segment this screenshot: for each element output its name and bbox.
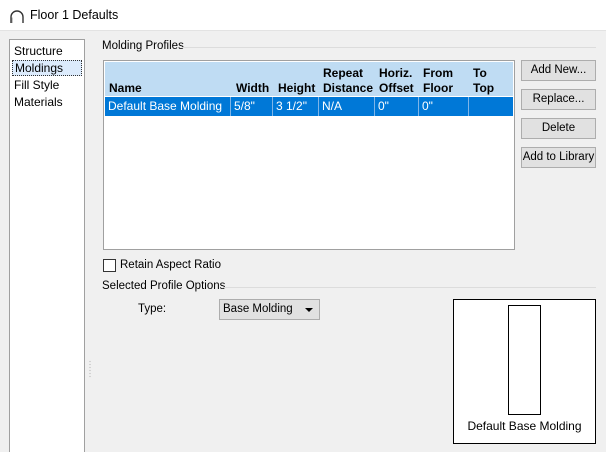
window-title: Floor 1 Defaults bbox=[30, 8, 119, 22]
column-header-height[interactable]: Height bbox=[278, 81, 315, 96]
molding-profile-shape bbox=[508, 305, 541, 415]
add-to-library-button[interactable]: Add to Library bbox=[521, 147, 596, 168]
selected-profile-options-group-label: Selected Profile Options bbox=[102, 280, 226, 292]
column-header-from-floor[interactable]: From Floor bbox=[423, 66, 453, 96]
category-item-materials[interactable]: Materials bbox=[12, 94, 82, 110]
category-item-structure[interactable]: Structure bbox=[12, 43, 82, 59]
type-dropdown[interactable]: Base Molding bbox=[219, 299, 320, 320]
retain-aspect-ratio-label[interactable]: Retain Aspect Ratio bbox=[120, 259, 221, 271]
dropdown-arrow-icon bbox=[305, 308, 313, 312]
table-row[interactable]: Default Base Molding 5/8" 3 1/2" N/A 0" … bbox=[105, 97, 513, 116]
category-list[interactable]: Structure Moldings Fill Style Materials bbox=[9, 39, 85, 452]
column-header-line: Floor bbox=[423, 81, 453, 95]
arch-icon bbox=[10, 10, 24, 23]
preview-caption: Default Base Molding bbox=[467, 419, 582, 433]
cell-horiz-offset: 0" bbox=[375, 97, 419, 116]
column-header-to-top[interactable]: To Top bbox=[473, 66, 494, 96]
type-dropdown-value: Base Molding bbox=[223, 303, 293, 315]
column-header-line: From bbox=[423, 66, 453, 80]
replace-button[interactable]: Replace... bbox=[521, 89, 596, 110]
title-bar: Floor 1 Defaults bbox=[0, 0, 606, 31]
group-divider bbox=[182, 47, 596, 48]
column-header-line: Top bbox=[473, 81, 495, 95]
add-new-button[interactable]: Add New... bbox=[521, 60, 596, 81]
panel-splitter[interactable] bbox=[89, 360, 91, 378]
profile-preview: Default Base Molding bbox=[453, 299, 596, 444]
category-item-moldings[interactable]: Moldings bbox=[12, 60, 82, 76]
column-header-line: Distance bbox=[323, 81, 374, 95]
column-header-line: Horiz. bbox=[379, 66, 413, 80]
cell-repeat-distance: N/A bbox=[319, 97, 375, 116]
cell-from-floor: 0" bbox=[419, 97, 469, 116]
column-header-line: Offset bbox=[379, 81, 414, 95]
molding-profiles-table[interactable]: Name Width Height Repeat Distance Horiz.… bbox=[103, 60, 515, 250]
type-label: Type: bbox=[138, 303, 167, 315]
column-header-horiz-offset[interactable]: Horiz. Offset bbox=[379, 66, 414, 96]
column-header-name[interactable]: Name bbox=[109, 81, 142, 96]
table-header: Name Width Height Repeat Distance Horiz.… bbox=[105, 62, 513, 96]
column-header-repeat-distance[interactable]: Repeat Distance bbox=[323, 66, 373, 96]
retain-aspect-ratio-checkbox[interactable] bbox=[103, 259, 116, 272]
cell-to-top bbox=[469, 97, 513, 116]
cell-width: 5/8" bbox=[231, 97, 273, 116]
group-divider bbox=[224, 287, 596, 288]
cell-height: 3 1/2" bbox=[273, 97, 319, 116]
cell-name: Default Base Molding bbox=[105, 97, 231, 116]
category-item-fill-style[interactable]: Fill Style bbox=[12, 77, 82, 93]
column-header-line: Repeat bbox=[323, 66, 364, 80]
delete-button[interactable]: Delete bbox=[521, 118, 596, 139]
molding-profiles-group-label: Molding Profiles bbox=[102, 40, 184, 52]
column-header-line: To bbox=[473, 66, 487, 80]
column-header-width[interactable]: Width bbox=[236, 81, 269, 96]
